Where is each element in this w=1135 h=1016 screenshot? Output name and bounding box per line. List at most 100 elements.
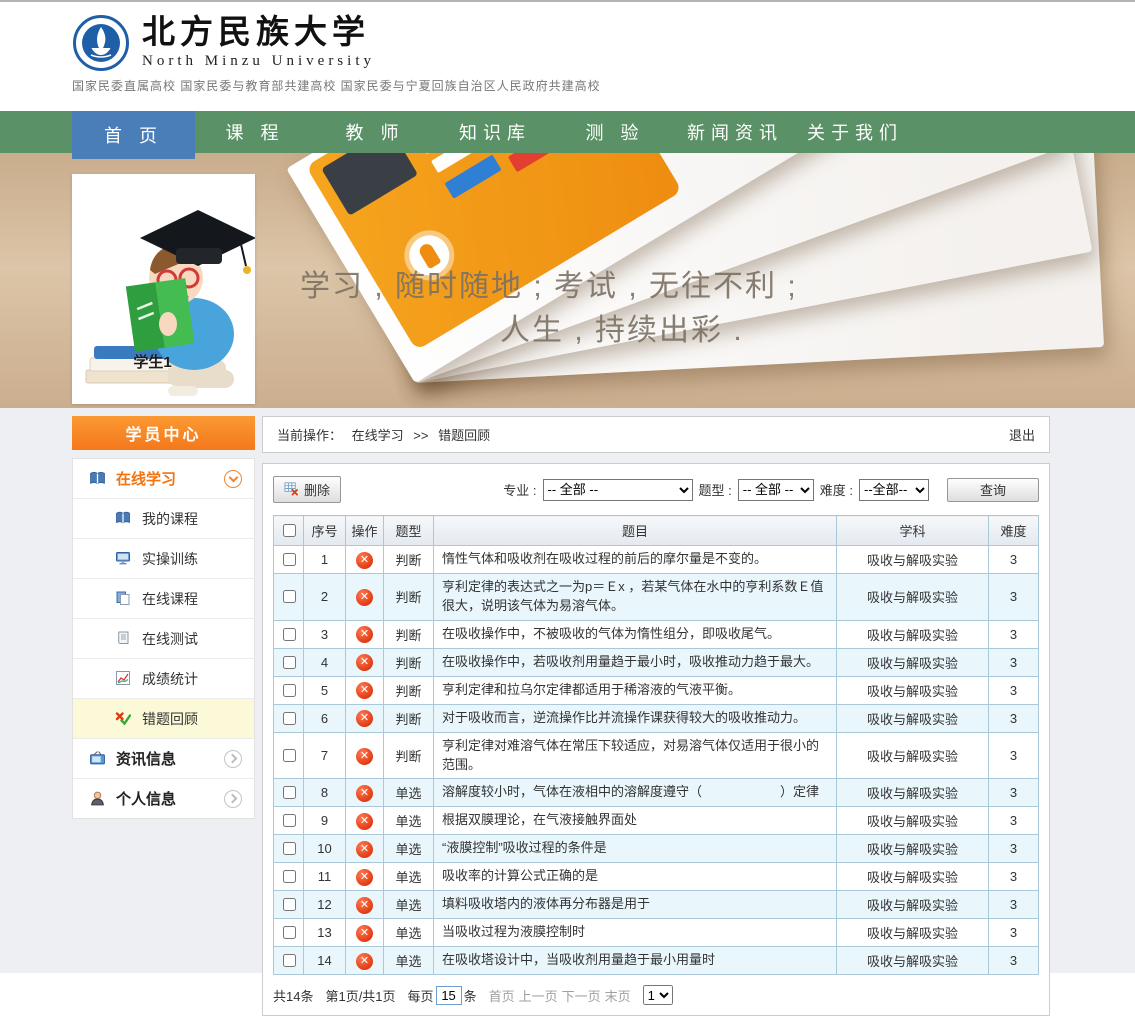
sidebar-item-online-courses[interactable]: 在线课程: [73, 579, 254, 619]
row-checkbox[interactable]: [283, 590, 296, 603]
chevron-down-icon[interactable]: [224, 470, 242, 488]
sidebar-item-online-test[interactable]: 在线测试: [73, 619, 254, 659]
row-question: 在吸收操作中，若吸收剂用量趋于最小时，吸收推动力趋于最大。: [434, 648, 837, 676]
select-all-checkbox[interactable]: [283, 524, 296, 537]
person-icon: [89, 790, 106, 807]
row-difficulty: 3: [989, 807, 1039, 835]
total-count: 共14条: [273, 986, 313, 1005]
row-number: 1: [304, 546, 346, 574]
per-page-input[interactable]: [436, 986, 462, 1005]
delete-row-icon[interactable]: [356, 748, 373, 765]
row-checkbox[interactable]: [283, 553, 296, 566]
breadcrumb-prefix: 当前操作：: [277, 428, 342, 443]
filter-qtype-select[interactable]: -- 全部 --: [738, 479, 814, 501]
nav-item-about[interactable]: 关于我们: [795, 111, 915, 153]
delete-row-icon[interactable]: [356, 785, 373, 802]
nav-item-news[interactable]: 新闻资讯: [675, 111, 795, 153]
breadcrumb-separator: >>: [413, 428, 428, 443]
scroll-icon: [115, 630, 132, 647]
delete-row-icon[interactable]: [356, 710, 373, 727]
delete-row-icon[interactable]: [356, 953, 373, 970]
delete-row-icon[interactable]: [356, 589, 373, 606]
last-page-link[interactable]: 末页: [605, 986, 631, 1005]
table-row: 9 单选 根据双膜理论，在气液接触界面处 吸收与解吸实验 3: [274, 807, 1039, 835]
row-qtype: 判断: [384, 732, 434, 779]
chevron-right-icon[interactable]: [224, 790, 242, 808]
tv-icon: [89, 750, 106, 767]
row-checkbox[interactable]: [283, 814, 296, 827]
row-qtype: 判断: [384, 648, 434, 676]
row-checkbox[interactable]: [283, 628, 296, 641]
row-question: 根据双膜理论，在气液接触界面处: [434, 807, 837, 835]
university-name-en: North Minzu University: [142, 53, 375, 70]
delete-row-icon[interactable]: [356, 552, 373, 569]
sidebar-item-score-stats[interactable]: 成绩统计: [73, 659, 254, 699]
row-checkbox[interactable]: [283, 898, 296, 911]
row-checkbox[interactable]: [283, 656, 296, 669]
nav-item-knowledge-base[interactable]: 知识库: [435, 111, 555, 153]
breadcrumb-page: 错题回顾: [438, 428, 490, 443]
filter-major-select[interactable]: -- 全部 --: [543, 479, 693, 501]
row-question: 亨利定律的表达式之一为p＝Ｅx ，若某气体在水中的亨利系数Ｅ值很大，说明该气体为…: [434, 574, 837, 621]
nav-item-quiz[interactable]: 测 验: [555, 111, 675, 153]
wrong-questions-table: 序号 操作 题型 题目 学科 难度 1 判断 惰性气体和: [273, 515, 1039, 975]
banner-slogan: 学习 , 随时随地 ; 考试 , 无往不利 ; 人生 , 持续出彩 .: [300, 265, 800, 352]
row-question: 对于吸收而言，逆流操作比并流操作课获得较大的吸收推动力。: [434, 704, 837, 732]
row-checkbox[interactable]: [283, 712, 296, 725]
sidebar-item-personal-info[interactable]: 个人信息: [73, 779, 254, 818]
nav-item-home[interactable]: 首 页: [72, 111, 195, 159]
prev-page-link[interactable]: 上一页: [519, 986, 558, 1005]
row-checkbox[interactable]: [283, 842, 296, 855]
row-question: 在吸收操作中，不被吸收的气体为惰性组分，即吸收尾气。: [434, 620, 837, 648]
breadcrumb-section: 在线学习: [352, 428, 404, 443]
row-checkbox[interactable]: [283, 786, 296, 799]
student-center-header[interactable]: 学员中心: [72, 416, 255, 450]
row-number: 14: [304, 947, 346, 975]
delete-row-icon[interactable]: [356, 682, 373, 699]
sidebar-item-online-study[interactable]: 在线学习: [73, 459, 254, 499]
sidebar-item-label: 在线学习: [116, 468, 176, 489]
delete-row-icon[interactable]: [356, 897, 373, 914]
row-qtype: 单选: [384, 779, 434, 807]
first-page-link[interactable]: 首页: [489, 986, 515, 1005]
delete-row-icon[interactable]: [356, 654, 373, 671]
delete-button[interactable]: 删除: [273, 476, 341, 503]
chevron-right-icon[interactable]: [224, 750, 242, 768]
row-difficulty: 3: [989, 620, 1039, 648]
row-subject: 吸收与解吸实验: [837, 835, 989, 863]
sidebar-item-practice-training[interactable]: 实操训练: [73, 539, 254, 579]
row-question: 亨利定律对难溶气体在常压下较适应，对易溶气体仅适用于很小的范围。: [434, 732, 837, 779]
logout-link[interactable]: 退出: [1009, 425, 1035, 444]
row-checkbox[interactable]: [283, 749, 296, 762]
column-header-qtype: 题型: [384, 516, 434, 546]
table-row: 3 判断 在吸收操作中，不被吸收的气体为惰性组分，即吸收尾气。 吸收与解吸实验 …: [274, 620, 1039, 648]
next-page-link[interactable]: 下一页: [562, 986, 601, 1005]
nav-item-courses[interactable]: 课 程: [195, 111, 315, 153]
per-page-suffix: 条: [464, 986, 477, 1005]
delete-row-icon[interactable]: [356, 925, 373, 942]
sidebar-item-news-info[interactable]: 资讯信息: [73, 739, 254, 779]
row-qtype: 单选: [384, 863, 434, 891]
delete-row-icon[interactable]: [356, 626, 373, 643]
sidebar-item-label: 实操训练: [142, 549, 198, 569]
row-checkbox[interactable]: [283, 954, 296, 967]
sidebar-item-wrong-questions[interactable]: 错题回顾: [73, 699, 254, 739]
row-checkbox[interactable]: [283, 684, 296, 697]
row-qtype: 单选: [384, 919, 434, 947]
filter-major-label: 专业 :: [503, 480, 536, 499]
page-select[interactable]: 1: [643, 985, 673, 1005]
delete-row-icon[interactable]: [356, 869, 373, 886]
row-qtype: 判断: [384, 676, 434, 704]
delete-row-icon[interactable]: [356, 841, 373, 858]
row-checkbox[interactable]: [283, 926, 296, 939]
nav-item-teachers[interactable]: 教 师: [315, 111, 435, 153]
filter-difficulty-select[interactable]: --全部--: [859, 479, 929, 501]
student-name-label: 学生1: [72, 351, 233, 372]
search-button[interactable]: 查询: [947, 478, 1039, 502]
row-number: 2: [304, 574, 346, 621]
row-number: 10: [304, 835, 346, 863]
delete-row-icon[interactable]: [356, 813, 373, 830]
sidebar-item-my-courses[interactable]: 我的课程: [73, 499, 254, 539]
row-checkbox[interactable]: [283, 870, 296, 883]
sidebar-item-label: 资讯信息: [116, 748, 176, 769]
